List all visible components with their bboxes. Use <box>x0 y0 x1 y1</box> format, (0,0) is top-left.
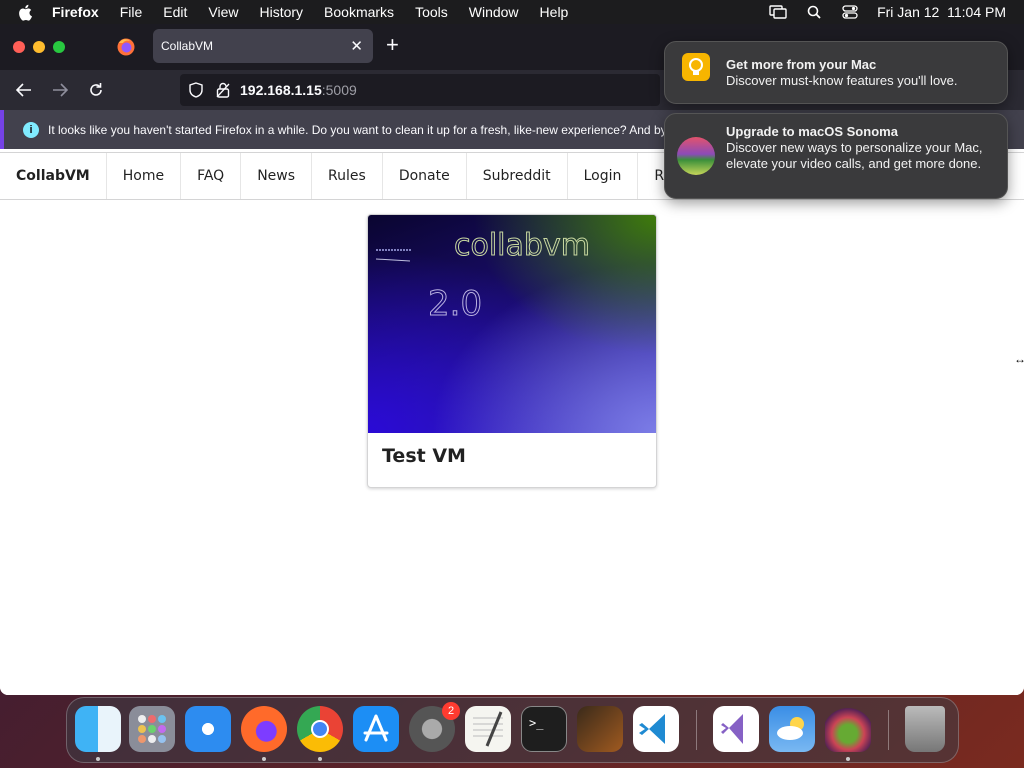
trash-icon[interactable] <box>905 706 945 752</box>
spotlight-search-icon[interactable] <box>805 4 823 20</box>
launchpad-icon[interactable] <box>129 706 175 752</box>
firefox-running-dot <box>262 757 266 761</box>
insecure-lock-icon[interactable] <box>216 82 230 98</box>
macos-installer-icon[interactable] <box>825 706 871 752</box>
notification-mac-features[interactable]: Get more from your Mac Discover must-kno… <box>664 41 1008 104</box>
menu-file[interactable]: File <box>120 4 143 20</box>
infobar-message: It looks like you haven't started Firefo… <box>48 122 680 137</box>
notification-title: Get more from your Mac <box>726 57 877 72</box>
tab-collabvm[interactable]: CollabVM ✕ <box>153 29 373 63</box>
svg-text:>_: >_ <box>529 716 544 730</box>
vscode-icon[interactable] <box>633 706 679 752</box>
menu-view[interactable]: View <box>208 4 238 20</box>
tab-title: CollabVM <box>161 39 214 53</box>
menu-bookmarks[interactable]: Bookmarks <box>324 4 394 20</box>
notification-sonoma-upgrade[interactable]: Upgrade to macOS Sonoma Discover new way… <box>664 113 1008 199</box>
tips-lightbulb-icon <box>682 53 710 81</box>
menu-help[interactable]: Help <box>540 4 569 20</box>
vm-thumbnail[interactable]: collabvm 2.0 <box>368 215 656 433</box>
tracking-protection-shield-icon[interactable] <box>188 82 204 98</box>
resize-cursor-icon: ↔ <box>1014 352 1024 366</box>
textedit-icon[interactable] <box>465 706 511 752</box>
window-controls <box>13 41 65 53</box>
back-arrow-icon[interactable] <box>14 80 34 100</box>
nav-news[interactable]: News <box>241 153 313 199</box>
page-content: CollabVM Home FAQ News Rules Donate Subr… <box>0 149 1024 695</box>
site-brand[interactable]: CollabVM <box>0 153 107 199</box>
menu-bar: Firefox File Edit View History Bookmarks… <box>0 0 1024 24</box>
menu-window[interactable]: Window <box>469 4 519 20</box>
dock-separator <box>888 710 889 750</box>
reload-icon[interactable] <box>86 80 106 100</box>
menubar-clock[interactable]: Fri Jan 12 11:04 PM <box>877 4 1006 20</box>
terminal-icon[interactable]: >_ <box>521 706 567 752</box>
chrome-icon[interactable] <box>297 706 343 752</box>
control-center-icon[interactable] <box>841 4 859 20</box>
safari-icon[interactable] <box>185 706 231 752</box>
nav-home[interactable]: Home <box>107 153 182 199</box>
dock: 2 >_ <box>66 697 959 763</box>
url-bar[interactable]: 192.168.1.15:5009 <box>180 74 660 106</box>
dock-separator <box>696 710 697 750</box>
close-window-button[interactable] <box>13 41 25 53</box>
finder-running-dot <box>96 757 100 761</box>
vm-card-title[interactable]: Test VM <box>368 433 656 479</box>
firefox-pinned-tab-icon[interactable] <box>116 37 136 57</box>
settings-badge: 2 <box>442 702 460 720</box>
menu-tools[interactable]: Tools <box>415 4 448 20</box>
notification-body: Discover must-know features you'll love. <box>726 73 958 88</box>
menu-history[interactable]: History <box>259 4 303 20</box>
url-port: :5009 <box>321 82 357 98</box>
apple-icon[interactable] <box>18 3 34 21</box>
nav-login[interactable]: Login <box>568 153 639 199</box>
screen-mirroring-icon[interactable] <box>769 4 787 20</box>
weather-icon[interactable] <box>769 706 815 752</box>
menu-edit[interactable]: Edit <box>163 4 187 20</box>
minimize-window-button[interactable] <box>33 41 45 53</box>
new-tab-icon[interactable]: + <box>386 34 399 56</box>
nav-subreddit[interactable]: Subreddit <box>467 153 568 199</box>
menu-app-name[interactable]: Firefox <box>52 4 99 20</box>
info-icon: i <box>23 121 39 138</box>
thumb-text-version: 2.0 <box>428 284 482 324</box>
garageband-icon[interactable] <box>577 706 623 752</box>
installer-running-dot <box>846 757 850 761</box>
notification-title: Upgrade to macOS Sonoma <box>726 124 898 139</box>
nav-rules[interactable]: Rules <box>312 153 383 199</box>
zoom-window-button[interactable] <box>53 41 65 53</box>
url-host: 192.168.1.15 <box>240 82 322 98</box>
nav-donate[interactable]: Donate <box>383 153 467 199</box>
close-tab-icon[interactable]: ✕ <box>350 37 363 55</box>
vm-card[interactable]: collabvm 2.0 Test VM <box>367 214 657 488</box>
forward-arrow-icon[interactable] <box>50 80 70 100</box>
notification-body: Discover new ways to personalize your Ma… <box>726 140 983 171</box>
vm-screen-drawing: collabvm 2.0 <box>375 228 590 325</box>
url-text: 192.168.1.15:5009 <box>240 82 357 98</box>
firefox-icon[interactable] <box>241 706 287 752</box>
app-store-icon[interactable] <box>353 706 399 752</box>
nav-faq[interactable]: FAQ <box>181 153 242 199</box>
thumb-text-main: collabvm <box>454 228 590 263</box>
visual-studio-icon[interactable] <box>713 706 759 752</box>
chrome-running-dot <box>318 757 322 761</box>
finder-icon[interactable] <box>75 706 121 752</box>
macos-sonoma-icon <box>676 136 716 176</box>
